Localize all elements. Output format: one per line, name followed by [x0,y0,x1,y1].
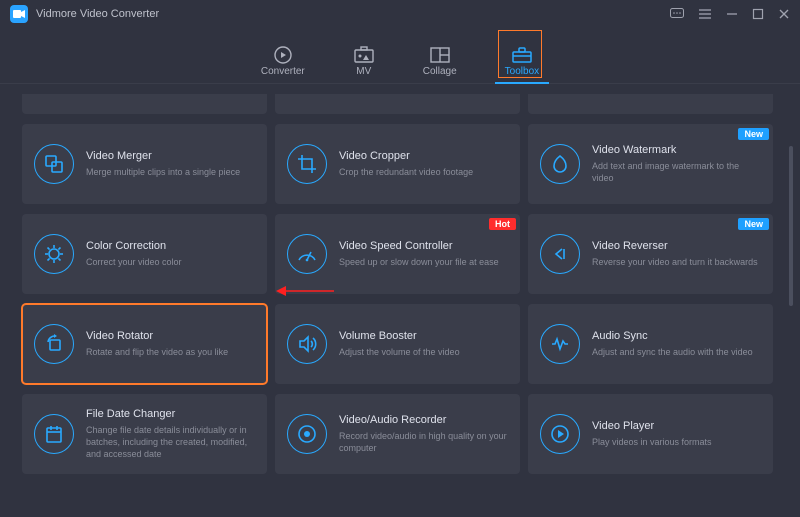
filedate-icon [34,414,74,454]
collage-icon [429,46,451,64]
tool-card-speed-controller[interactable]: Video Speed Controller Speed up or slow d… [275,214,520,294]
tool-title: Video Rotator [86,330,228,342]
card-stub [275,94,520,114]
colorcorrect-icon [34,234,74,274]
badge-new: New [738,218,769,230]
tool-card-video-cropper[interactable]: Video Cropper Crop the redundant video fo… [275,124,520,204]
tool-title: Volume Booster [339,330,460,342]
tool-title: Video Cropper [339,150,473,162]
tool-title: Video Player [592,420,712,432]
tool-card-file-date-changer[interactable]: File Date Changer Change file date detail… [22,394,267,474]
tool-title: Video Watermark [592,144,761,156]
speed-icon [287,234,327,274]
tool-title: Video Speed Controller [339,240,499,252]
tool-desc: Record video/audio in high quality on yo… [339,430,508,454]
tool-title: Color Correction [86,240,182,252]
minimize-icon[interactable] [726,8,738,20]
reverser-icon [540,234,580,274]
card-stub [528,94,773,114]
watermark-icon [540,144,580,184]
scrollbar-thumb[interactable] [789,146,793,306]
tool-card-video-player[interactable]: Video Player Play videos in various forma… [528,394,773,474]
mv-icon [353,46,375,64]
tool-card-video-audio-rec[interactable]: Video/Audio Recorder Record video/audio i… [275,394,520,474]
tool-desc: Rotate and flip the video as you like [86,346,228,358]
tab-converter[interactable]: Converter [261,46,305,83]
cropper-icon [287,144,327,184]
tool-card-volume-booster[interactable]: Volume Booster Adjust the volume of the v… [275,304,520,384]
tool-card-video-watermark[interactable]: Video Watermark Add text and image waterm… [528,124,773,204]
rotator-icon [34,324,74,364]
tool-desc: Change file date details individually or… [86,424,255,460]
player-icon [540,414,580,454]
tool-card-video-rotator[interactable]: Video Rotator Rotate and flip the video a… [22,304,267,384]
nav-tabs: Converter MV Collage Toolbox [0,28,800,84]
audiosync-icon [540,324,580,364]
window-controls [670,8,790,20]
volume-icon [287,324,327,364]
tool-title: Audio Sync [592,330,753,342]
titlebar: Vidmore Video Converter [0,0,800,28]
tab-label: MV [356,66,371,77]
toolbox-grid: Video Merger Merge multiple clips into a … [0,84,800,517]
app-title: Vidmore Video Converter [36,8,159,20]
tool-title: Video Reverser [592,240,758,252]
toolbox-icon [511,46,533,64]
tool-desc: Correct your video color [86,256,182,268]
tool-title: File Date Changer [86,408,255,420]
card-stub [22,94,267,114]
menu-icon[interactable] [698,8,712,20]
tab-mv[interactable]: MV [353,46,375,83]
feedback-icon[interactable] [670,8,684,20]
converter-icon [272,46,294,64]
tool-desc: Crop the redundant video footage [339,166,473,178]
recorder-icon [287,414,327,454]
tool-desc: Speed up or slow down your file at ease [339,256,499,268]
tool-desc: Adjust and sync the audio with the video [592,346,753,358]
tab-collage[interactable]: Collage [423,46,457,83]
badge-new: New [738,128,769,140]
tab-toolbox[interactable]: Toolbox [505,46,539,83]
maximize-icon[interactable] [752,8,764,20]
merger-icon [34,144,74,184]
close-icon[interactable] [778,8,790,20]
tool-title: Video/Audio Recorder [339,414,508,426]
tool-card-video-merger[interactable]: Video Merger Merge multiple clips into a … [22,124,267,204]
tool-desc: Adjust the volume of the video [339,346,460,358]
tab-label: Collage [423,66,457,77]
tab-label: Converter [261,66,305,77]
badge-hot: Hot [489,218,516,230]
tool-card-color-correction[interactable]: Color Correction Correct your video color [22,214,267,294]
tool-desc: Add text and image watermark to the vide… [592,160,761,184]
tool-desc: Merge multiple clips into a single piece [86,166,240,178]
tool-desc: Reverse your video and turn it backwards [592,256,758,268]
tool-card-video-reverser[interactable]: Video Reverser Reverse your video and tur… [528,214,773,294]
tool-desc: Play videos in various formats [592,436,712,448]
tab-label: Toolbox [505,66,539,77]
tool-title: Video Merger [86,150,240,162]
app-logo-icon [10,5,28,23]
tool-card-audio-sync[interactable]: Audio Sync Adjust and sync the audio with… [528,304,773,384]
